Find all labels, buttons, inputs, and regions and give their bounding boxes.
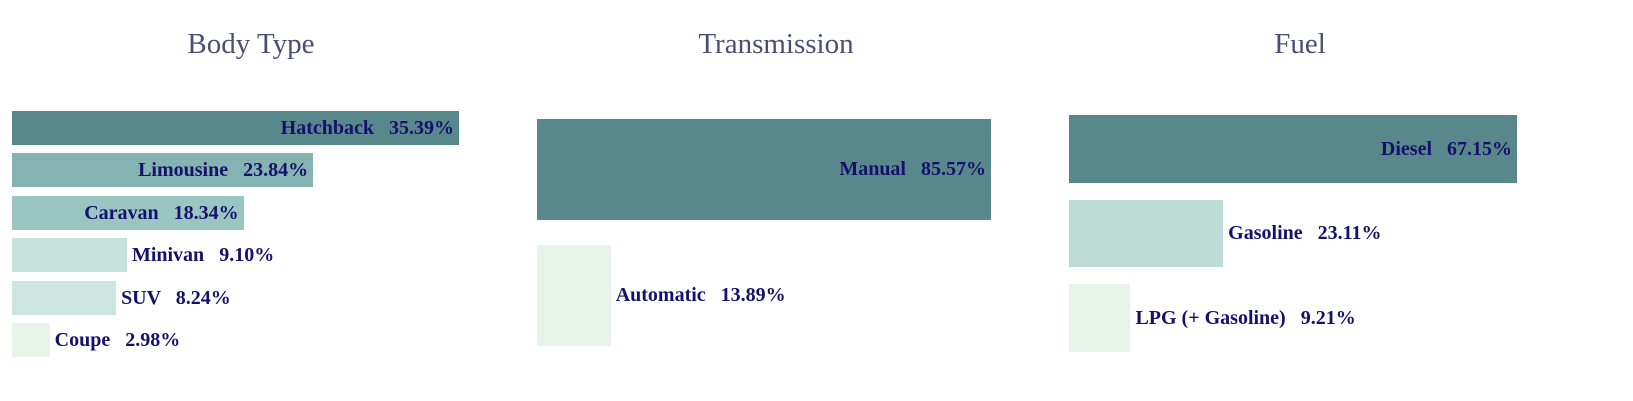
value-label: 18.34% bbox=[173, 201, 239, 224]
chart-title: Fuel bbox=[1274, 28, 1326, 60]
chart-panel-1: Transmission Manual 85.57% Automatic 13.89… bbox=[525, 0, 1005, 401]
category-label: Diesel bbox=[1380, 137, 1432, 160]
chart-title: Transmission bbox=[698, 28, 854, 60]
bar-label: Automatic 13.89% bbox=[616, 285, 786, 305]
value-label: 9.10% bbox=[219, 244, 275, 267]
bar-label: SUV 8.24% bbox=[121, 288, 231, 308]
category-label: Hatchback bbox=[280, 116, 374, 139]
chart-title: Body Type bbox=[187, 28, 315, 60]
category-label: Caravan bbox=[84, 201, 159, 224]
category-label: Manual bbox=[839, 158, 906, 181]
bar-label: Minivan 9.10% bbox=[132, 245, 274, 265]
bar-minivan bbox=[12, 238, 127, 273]
bar-automatic bbox=[537, 245, 611, 346]
value-label: 23.11% bbox=[1317, 222, 1382, 245]
bar-label: Hatchback 35.39% bbox=[281, 118, 454, 138]
value-label: 8.24% bbox=[175, 286, 231, 309]
category-label: SUV bbox=[121, 286, 161, 309]
chart-panel-0: Body Type Hatchback 35.39% Limousine 23.84… bbox=[0, 0, 480, 401]
value-label: 67.15% bbox=[1447, 137, 1512, 160]
bar-label: Limousine 23.84% bbox=[138, 160, 308, 180]
value-label: 85.57% bbox=[921, 158, 986, 181]
bar-lpg-gasoline bbox=[1069, 284, 1131, 352]
bar-label: Diesel 67.15% bbox=[1381, 139, 1512, 159]
category-label: Limousine bbox=[138, 159, 229, 182]
value-label: 23.84% bbox=[243, 159, 309, 182]
bar-coupe bbox=[12, 323, 50, 357]
bar-label: Manual 85.57% bbox=[839, 159, 986, 179]
value-label: 9.21% bbox=[1300, 306, 1356, 329]
category-label: Automatic bbox=[615, 284, 706, 307]
value-label: 35.39% bbox=[389, 116, 454, 139]
bar-gasoline bbox=[1069, 199, 1224, 268]
chart-panel-2: Fuel Diesel 67.15% Gasoline 23.11% LPG (+ G… bbox=[1057, 0, 1521, 401]
bar-label: Gasoline 23.11% bbox=[1228, 223, 1381, 243]
bar-label: LPG (+ Gasoline) 9.21% bbox=[1135, 308, 1355, 328]
bar-label: Caravan 18.34% bbox=[84, 203, 238, 223]
category-label: Gasoline bbox=[1228, 222, 1303, 245]
value-label: 2.98% bbox=[125, 328, 181, 351]
category-label: LPG (+ Gasoline) bbox=[1135, 306, 1286, 329]
category-label: Minivan bbox=[131, 244, 205, 267]
bar-label: Coupe 2.98% bbox=[55, 330, 181, 350]
category-label: Coupe bbox=[54, 328, 111, 351]
bar-suv bbox=[12, 280, 117, 315]
value-label: 13.89% bbox=[720, 284, 786, 307]
